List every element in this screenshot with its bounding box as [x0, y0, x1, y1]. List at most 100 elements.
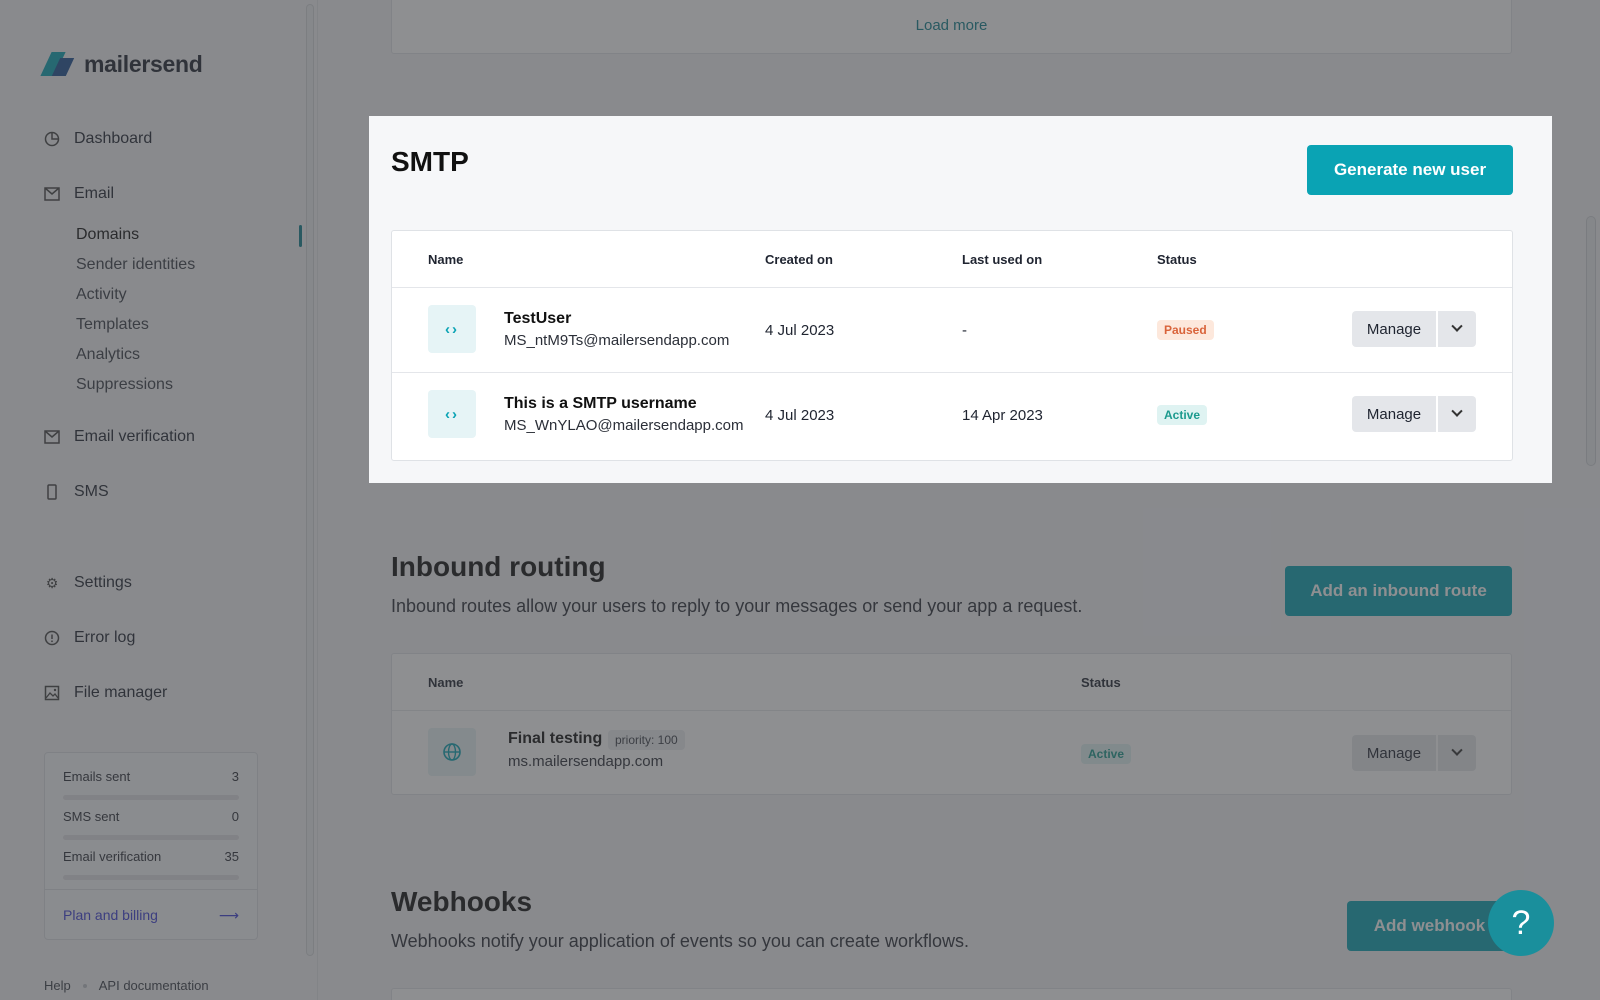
nav-error-log-label: Error log: [74, 629, 136, 646]
nav-settings-label: Settings: [74, 574, 132, 591]
sidebar-item-sender-identities[interactable]: Sender identities: [76, 256, 195, 274]
manage-dropdown-button[interactable]: [1438, 396, 1476, 432]
created-on: 4 Jul 2023: [765, 407, 835, 424]
usage-row-sms: SMS sent 0: [63, 809, 239, 824]
chevron-down-icon: [1451, 405, 1463, 417]
manage-dropdown-button[interactable]: [1438, 311, 1476, 347]
last-used-on: -: [962, 322, 967, 339]
smtp-section: SMTP Generate new user Name Created on L…: [369, 116, 1552, 483]
main-scrollbar[interactable]: [1586, 216, 1596, 466]
active-indicator: [299, 225, 302, 247]
nav-sms[interactable]: SMS: [44, 483, 109, 501]
priority-badge: priority: 100: [608, 730, 685, 750]
inbound-table: Name Status Final testing priority: 100 …: [391, 653, 1512, 795]
sidebar-item-analytics[interactable]: Analytics: [76, 346, 140, 364]
usage-card: Emails sent 3 SMS sent 0 Email verificat…: [44, 752, 258, 940]
usage-value: 35: [224, 849, 239, 864]
nav-email-verification[interactable]: Email verification: [44, 428, 195, 446]
webhooks-table: [391, 988, 1512, 1000]
manage-button-group: Manage: [1352, 735, 1476, 771]
smtp-user-email: MS_ntM9Ts@mailersendapp.com: [504, 332, 730, 349]
created-on: 4 Jul 2023: [765, 322, 835, 339]
smtp-user-email: MS_WnYLAO@mailersendapp.com: [504, 417, 744, 434]
inbound-description: Inbound routes allow your users to reply…: [391, 596, 1083, 616]
nav-file-manager-label: File manager: [74, 684, 168, 701]
manage-button[interactable]: Manage: [1352, 311, 1436, 347]
usage-label: Email verification: [63, 849, 162, 864]
last-used-on: 14 Apr 2023: [962, 407, 1043, 424]
usage-bar: [63, 835, 239, 840]
sidebar-item-suppressions[interactable]: Suppressions: [76, 376, 173, 394]
code-icon: ‹›: [428, 305, 476, 353]
webhooks-title: Webhooks: [391, 886, 533, 917]
route-domain: ms.mailersendapp.com: [508, 753, 664, 770]
sidebar-item-domains[interactable]: Domains: [76, 226, 139, 244]
nav-file-manager[interactable]: File manager: [44, 684, 167, 702]
nav-settings[interactable]: ⚙ Settings: [44, 574, 132, 592]
col-created: Created on: [765, 252, 833, 267]
usage-bar: [63, 795, 239, 800]
sidebar-scrollbar[interactable]: [306, 4, 314, 956]
code-icon: ‹›: [428, 390, 476, 438]
generate-new-user-button[interactable]: Generate new user: [1307, 145, 1513, 195]
image-icon: [44, 685, 60, 701]
manage-button[interactable]: Manage: [1352, 396, 1436, 432]
logo-mark-icon: [40, 50, 75, 78]
add-inbound-route-button[interactable]: Add an inbound route: [1285, 566, 1512, 616]
smtp-title: SMTP: [391, 146, 469, 177]
status-badge: Active: [1157, 405, 1208, 425]
inbound-title: Inbound routing: [391, 551, 606, 582]
status-badge: Active: [1081, 744, 1132, 764]
load-more-link[interactable]: Load more: [392, 17, 1511, 34]
sidebar: mailersend Dashboard Email Domains Sende…: [0, 0, 318, 1000]
nav-email-verification-label: Email verification: [74, 428, 195, 445]
manage-dropdown-button[interactable]: [1438, 735, 1476, 771]
arrow-right-icon: ⟶: [218, 907, 239, 923]
webhooks-description: Webhooks notify your application of even…: [391, 931, 969, 951]
sidebar-item-activity[interactable]: Activity: [76, 286, 127, 304]
smtp-table: Name Created on Last used on Status ‹› T…: [391, 230, 1513, 461]
help-link[interactable]: Help: [44, 978, 71, 993]
divider: [392, 372, 1512, 373]
brand-logo[interactable]: mailersend: [40, 50, 203, 78]
col-name: Name: [428, 675, 464, 690]
smtp-user-name: TestUser: [504, 310, 572, 327]
usage-label: Emails sent: [63, 769, 131, 784]
chevron-down-icon: [1451, 744, 1463, 756]
usage-bar: [63, 875, 239, 880]
col-status: Status: [1081, 675, 1121, 690]
sidebar-item-templates[interactable]: Templates: [76, 316, 149, 334]
manage-button[interactable]: Manage: [1352, 735, 1436, 771]
col-name: Name: [428, 252, 464, 267]
nav-email[interactable]: Email: [44, 185, 114, 203]
nav-dashboard[interactable]: Dashboard: [44, 130, 152, 148]
divider: [392, 710, 1511, 711]
chevron-down-icon: [1451, 320, 1463, 332]
usage-value: 3: [231, 769, 239, 784]
error-icon: [44, 630, 60, 646]
help-button[interactable]: ?: [1488, 890, 1554, 956]
load-more-panel: Load more: [391, 0, 1512, 54]
route-name: Final testing: [508, 730, 603, 747]
smtp-user-name: This is a SMTP username: [504, 395, 697, 412]
usage-row-verification: Email verification 35: [63, 849, 239, 864]
nav-sms-label: SMS: [74, 483, 109, 500]
usage-row-emails: Emails sent 3: [63, 769, 239, 784]
main-content: Load more SMTP Generate new user Name Cr…: [318, 0, 1600, 1000]
col-status: Status: [1157, 252, 1197, 267]
nav-dashboard-label: Dashboard: [74, 130, 153, 147]
divider: [45, 889, 257, 890]
plan-link-label: Plan and billing: [63, 907, 158, 923]
email-verification-icon: [44, 429, 60, 445]
divider: [392, 287, 1512, 288]
api-docs-link[interactable]: API documentation: [99, 978, 209, 993]
usage-label: SMS sent: [63, 809, 120, 824]
manage-button-group: Manage: [1352, 396, 1476, 432]
usage-value: 0: [231, 809, 239, 824]
dashboard-icon: [44, 131, 60, 147]
email-icon: [44, 186, 60, 202]
nav-error-log[interactable]: Error log: [44, 629, 135, 647]
plan-and-billing-link[interactable]: Plan and billing ⟶: [63, 907, 239, 924]
phone-icon: [44, 484, 60, 500]
sidebar-footer: Help API documentation: [44, 978, 209, 993]
